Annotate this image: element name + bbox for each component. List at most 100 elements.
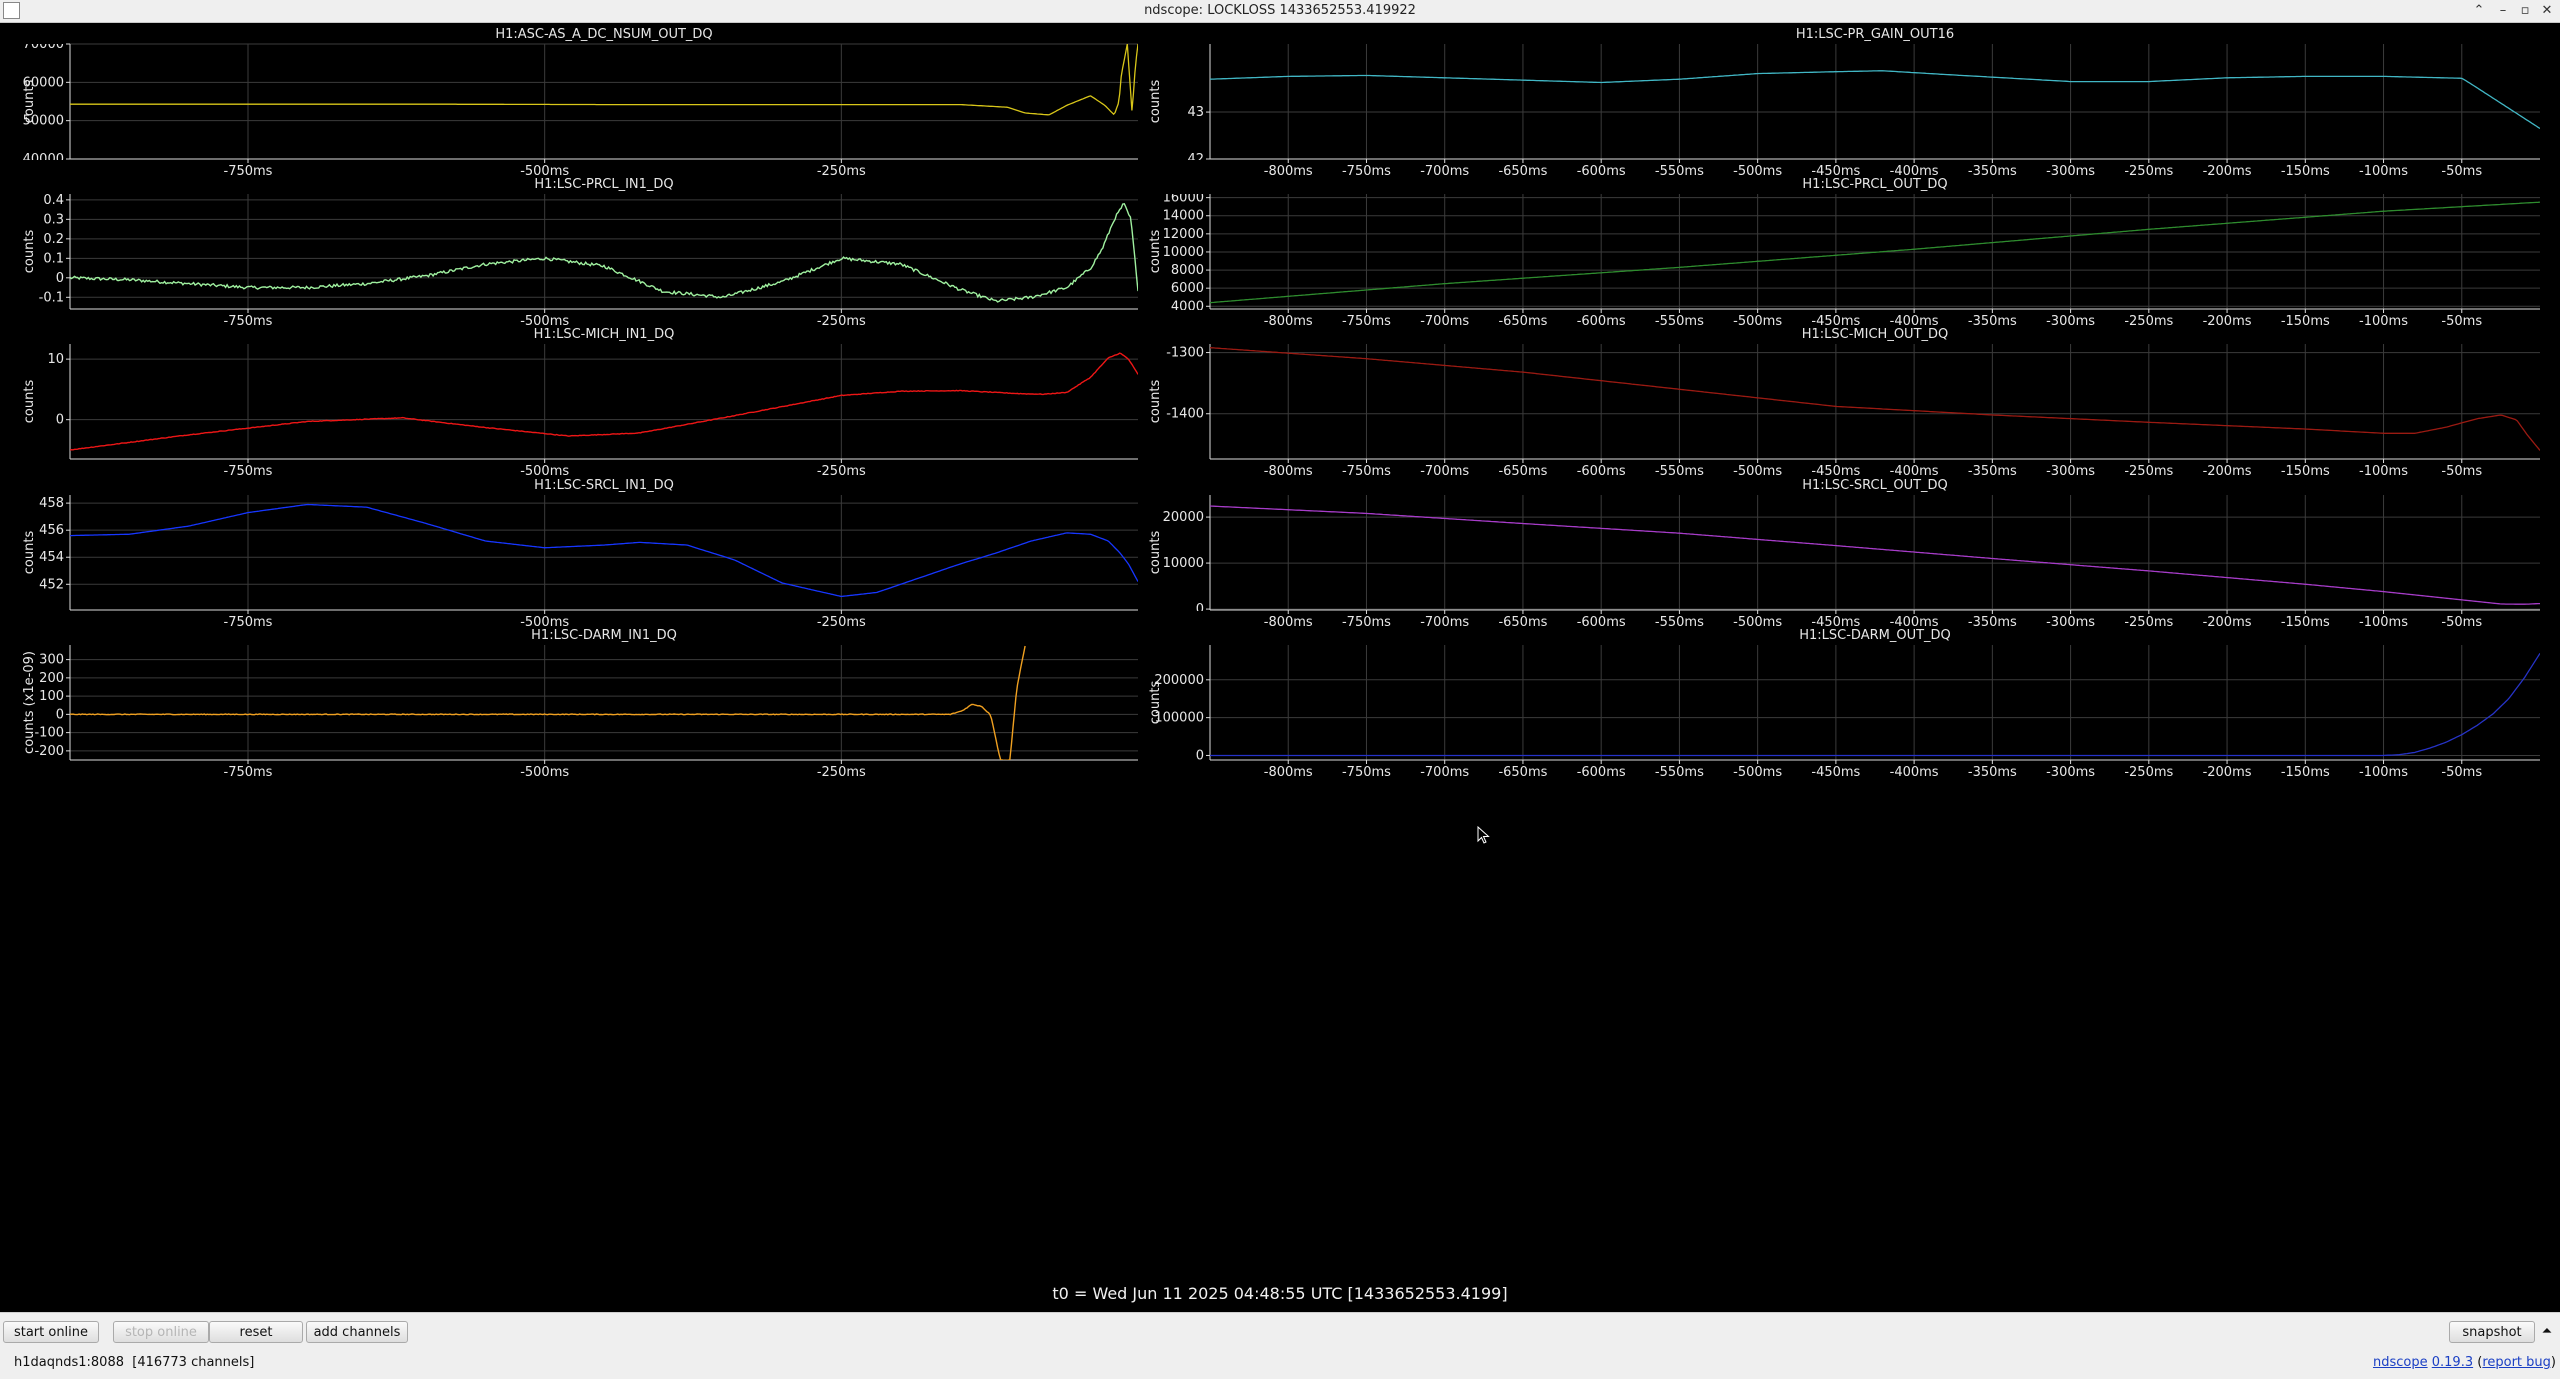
series-line — [70, 352, 1138, 451]
collapse-toggle-icon[interactable]: ⏶ — [2537, 1321, 2557, 1343]
x-tick-label: -250ms — [817, 615, 866, 630]
add-channels-button[interactable]: add channels — [306, 1321, 408, 1343]
x-tick-label: -500ms — [520, 464, 569, 479]
y-axis-label: counts (x1e-09) — [22, 651, 37, 754]
y-axis-label: counts — [22, 230, 37, 274]
y-axis-label: counts — [1148, 80, 1163, 124]
y-tick-label: 4000 — [1171, 299, 1204, 314]
y-tick-label: -1400 — [1166, 407, 1204, 422]
plot-title: H1:LSC-SRCL_IN1_DQ — [534, 478, 674, 493]
x-tick-label: -750ms — [224, 314, 273, 329]
x-tick-label: -650ms — [1498, 765, 1547, 780]
plot-title: H1:LSC-MICH_OUT_DQ — [1802, 327, 1949, 342]
series-line — [1210, 70, 2540, 130]
plot-panel: H1:ASC-AS_A_DC_NSUM_OUT_DQ-750ms -500ms -2… — [22, 27, 1138, 179]
x-tick-label: -300ms — [2046, 314, 2095, 329]
x-tick-label: -350ms — [1968, 314, 2017, 329]
x-tick-label: -650ms — [1498, 464, 1547, 479]
x-tick-label: -250ms — [817, 765, 866, 780]
y-tick-label: 0 — [56, 271, 64, 286]
server-address: h1daqnds1:8088 — [14, 1355, 124, 1370]
x-tick-label: -550ms — [1655, 314, 1704, 329]
y-tick-label: 43 — [1187, 105, 1204, 120]
x-tick-label: -150ms — [2281, 314, 2330, 329]
version-link[interactable]: 0.19.3 — [2432, 1355, 2473, 1370]
y-tick-label: 6000 — [1171, 281, 1204, 296]
y-axis-label: counts — [1148, 681, 1163, 725]
report-bug-link[interactable]: report bug — [2482, 1355, 2551, 1370]
y-tick-label: 458 — [39, 496, 64, 511]
y-tick-label: -100 — [34, 726, 64, 741]
y-tick-label: 300 — [39, 653, 64, 668]
window-minimize-button[interactable]: – — [2494, 2, 2512, 20]
plot-title: H1:LSC-PRCL_IN1_DQ — [534, 177, 673, 192]
x-tick-label: -300ms — [2046, 464, 2095, 479]
y-tick-label: 0 — [1196, 602, 1204, 617]
x-tick-label: -250ms — [817, 164, 866, 179]
window-close-button[interactable]: ✕ — [2538, 2, 2556, 20]
plot-panel: H1:LSC-SRCL_IN1_DQ-750ms -500ms -250ms4524… — [22, 478, 1138, 630]
x-tick-label: -150ms — [2281, 615, 2330, 630]
y-tick-label: 10 — [47, 352, 64, 367]
x-tick-label: -400ms — [1890, 464, 1939, 479]
x-tick-label: -600ms — [1577, 164, 1626, 179]
plot-panel: H1:LSC-PR_GAIN_OUT16 -800ms -750ms -700ms -6… — [1148, 27, 2540, 179]
x-tick-label: -500ms — [1733, 765, 1782, 780]
x-tick-label: -550ms — [1655, 615, 1704, 630]
x-tick-label: -200ms — [2203, 164, 2252, 179]
x-tick-label: -750ms — [224, 615, 273, 630]
series-line — [1210, 505, 2540, 605]
x-tick-label: -100ms — [2359, 765, 2408, 780]
x-tick-label: -100ms — [2359, 464, 2408, 479]
x-tick-label: -250ms — [2124, 164, 2173, 179]
x-tick-label: -200ms — [2203, 615, 2252, 630]
x-tick-label: -550ms — [1655, 765, 1704, 780]
x-tick-label: -750ms — [1342, 464, 1391, 479]
plot-canvas: H1:ASC-AS_A_DC_NSUM_OUT_DQ -750ms -500ms -2… — [22, 27, 2540, 780]
y-axis-label: counts — [1148, 230, 1163, 274]
y-axis-label: counts — [22, 80, 37, 124]
x-tick-label: -650ms — [1498, 314, 1547, 329]
x-tick-label: -250ms — [817, 464, 866, 479]
mouse-cursor-icon — [1477, 826, 1490, 844]
plot-grid: H1:ASC-AS_A_DC_NSUM_OUT_DQ -750ms -500ms -2… — [0, 22, 2560, 1312]
window-shade-button[interactable]: ⌃ — [2470, 2, 2488, 20]
x-tick-label: -450ms — [1811, 765, 1860, 780]
start-online-button[interactable]: start online — [3, 1321, 99, 1343]
x-tick-label: -350ms — [1968, 765, 2017, 780]
y-tick-label: 454 — [39, 550, 64, 565]
x-tick-label: -750ms — [1342, 164, 1391, 179]
x-tick-label: -750ms — [224, 464, 273, 479]
x-tick-label: -500ms — [520, 765, 569, 780]
y-tick-label: 452 — [39, 577, 64, 592]
y-tick-label: -1300 — [1166, 346, 1204, 361]
y-tick-label: 0.2 — [43, 232, 64, 247]
y-axis-label: counts — [22, 380, 37, 424]
x-tick-label: -450ms — [1811, 464, 1860, 479]
y-tick-label: 12000 — [1163, 227, 1204, 242]
window-titlebar: ndscope: LOCKLOSS 1433652553.419922 ⌃ – … — [0, 0, 2560, 23]
x-tick-label: -100ms — [2359, 615, 2408, 630]
x-tick-label: -150ms — [2281, 464, 2330, 479]
snapshot-button[interactable]: snapshot — [2449, 1321, 2535, 1343]
stop-online-button[interactable]: stop online — [113, 1321, 209, 1343]
x-tick-label: -200ms — [2203, 464, 2252, 479]
plot-title: H1:LSC-DARM_OUT_DQ — [1799, 628, 1951, 643]
x-tick-label: -350ms — [1968, 164, 2017, 179]
x-tick-label: -350ms — [1968, 615, 2017, 630]
ndscope-link[interactable]: ndscope — [2373, 1355, 2428, 1370]
y-tick-label: 16000 — [1163, 191, 1204, 206]
series-line — [70, 503, 1138, 598]
series-line — [1210, 347, 2540, 451]
plot-panel: H1:LSC-MICH_IN1_DQ -750ms -500ms -250ms 0 10 c… — [22, 327, 1138, 479]
x-tick-label: -50ms — [2441, 314, 2482, 329]
x-tick-label: -800ms — [1264, 464, 1313, 479]
reset-button[interactable]: reset — [209, 1321, 303, 1343]
y-tick-label: 0.4 — [43, 193, 64, 208]
x-tick-label: -100ms — [2359, 164, 2408, 179]
plot-title: H1:LSC-SRCL_OUT_DQ — [1802, 478, 1948, 493]
window-maximize-button[interactable]: ▫ — [2516, 2, 2534, 20]
y-axis-label: counts — [1148, 380, 1163, 424]
channel-count: [416773 channels] — [132, 1355, 255, 1370]
x-tick-label: -250ms — [2124, 765, 2173, 780]
